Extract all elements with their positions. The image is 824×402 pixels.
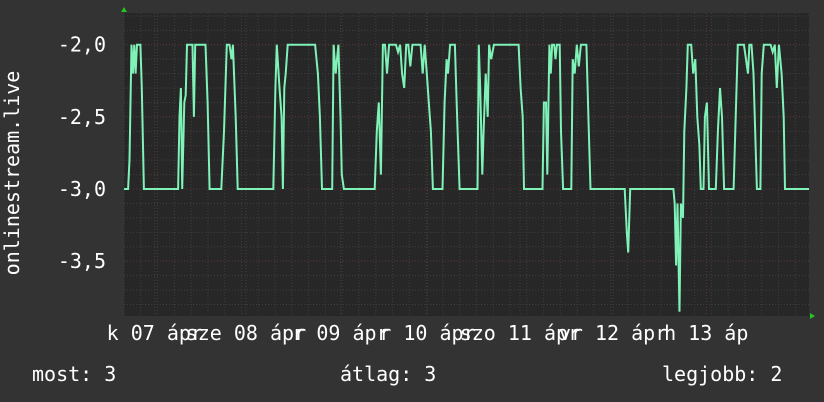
x-tick-label: h 13 áp [664,321,748,345]
stat-best: legjobb: 2 [662,362,783,386]
y-axis-label: onlinestream.live [0,71,24,276]
y-tick-label: -3,5 [58,249,106,273]
stat-average: átlag: 3 [340,362,437,386]
x-tick-labels: k 07 áprsze 08 áprr 09 áprr 10 áprszo 11… [107,321,749,345]
y-tick-label: -3,0 [58,177,106,201]
y-tick-labels: -2,0 -2,5 -3,0 -3,5 [58,33,106,273]
chart-container: onlinestream.live -2,0 -2,5 -3,0 -3,5 k 07 … [0,0,824,402]
x-tick-label: r 09 ápr [292,321,388,345]
stat-current: most: 3 [32,362,117,386]
y-axis-arrow-icon [121,7,127,12]
line-chart: onlinestream.live -2,0 -2,5 -3,0 -3,5 k 07 … [0,7,815,345]
y-tick-label: -2,0 [58,33,106,57]
x-tick-label: sze 08 ápr [186,321,306,345]
y-tick-label: -2,5 [58,105,106,129]
x-axis-arrow-icon [810,313,815,319]
x-tick-label: vr 12 ápr [559,321,667,345]
